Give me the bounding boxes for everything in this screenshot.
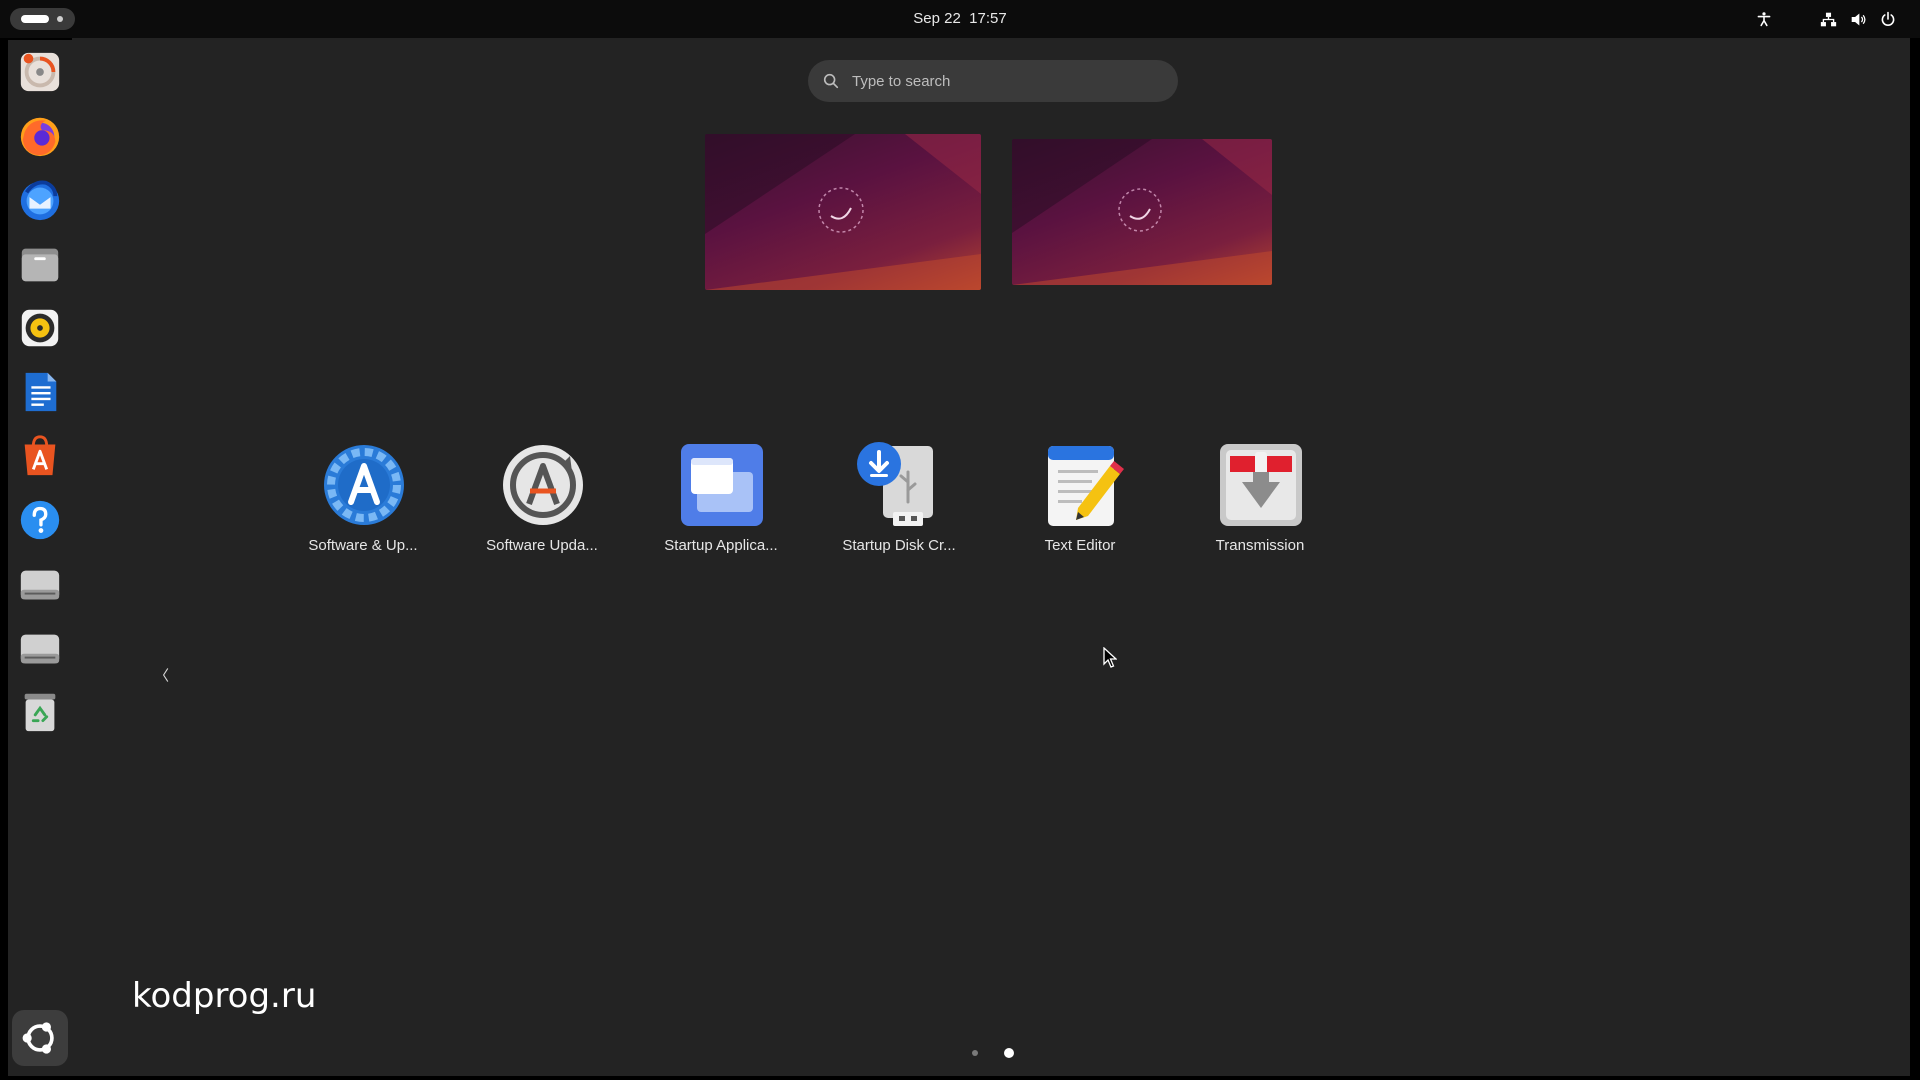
app-software-updater[interactable]: Software Upda... [457,442,627,572]
dock-app-center-icon[interactable] [16,432,64,480]
search-icon [823,73,839,89]
dock-thunderbird-icon[interactable] [16,176,64,224]
power-icon[interactable] [1878,9,1898,29]
app-label: Startup Applica... [664,537,778,554]
app-grid-overview: Software & Up... Software Upda... Startu… [72,38,1910,1076]
dock-rhythmbox-icon[interactable] [16,304,64,352]
page-dot-2[interactable] [1004,1048,1014,1058]
workspace-thumbnail-1[interactable] [705,134,981,290]
accessibility-icon[interactable] [1754,9,1774,29]
app-label: Software & Up... [308,537,418,554]
dock-disk-usage-icon[interactable] [16,48,64,96]
dock [8,40,72,1076]
mouse-cursor-icon [1103,647,1117,668]
system-tray[interactable] [1754,9,1898,29]
startup-applications-icon [681,444,763,526]
network-icon[interactable] [1818,9,1838,29]
app-label: Transmission [1215,537,1305,554]
page-dot-1[interactable] [972,1050,978,1056]
software-properties-icon [324,445,404,525]
workspace-thumbnail-2[interactable] [1012,139,1272,285]
chevron-left-icon [162,668,169,682]
activities-button[interactable] [10,8,75,30]
startup-disk-creator-icon [857,442,933,526]
previous-page-button[interactable] [154,660,178,690]
clock: Sep 22 17:57 [0,0,1920,38]
text-editor-icon [1048,446,1124,526]
software-updater-icon [503,445,583,525]
app-software-properties[interactable]: Software & Up... [278,442,448,572]
workspace-indicator-dot [57,16,63,22]
search-bar[interactable] [808,60,1178,102]
app-startup-disk-creator[interactable]: Startup Disk Cr... [814,442,984,572]
search-input[interactable] [852,72,1152,90]
app-text-editor[interactable]: Text Editor [995,442,1165,572]
app-label: Startup Disk Cr... [842,537,956,554]
top-bar: Sep 22 17:57 [0,0,1920,38]
dock-help-icon[interactable] [16,496,64,544]
app-label: Software Upda... [486,537,598,554]
dock-firefox-icon[interactable] [16,112,64,160]
show-apps-button[interactable] [12,1010,68,1066]
dock-libreoffice-writer-icon[interactable] [16,368,64,416]
app-startup-applications[interactable]: Startup Applica... [636,442,806,572]
volume-icon[interactable] [1848,9,1868,29]
app-transmission[interactable]: Transmission [1175,442,1345,572]
watermark: kodprog.ru [132,976,317,1016]
dock-trash-icon[interactable] [16,688,64,736]
clock-date[interactable]: Sep 22 [913,10,961,27]
transmission-icon [1220,444,1302,526]
workspace-indicator-active [21,15,49,23]
dock-files-icon[interactable] [16,240,64,288]
dock-drive-icon[interactable] [16,624,64,672]
ubuntu-logo-icon [22,1022,54,1054]
page-indicator [972,1044,1032,1064]
clock-time[interactable]: 17:57 [969,10,1007,27]
dock-drive-icon[interactable] [16,560,64,608]
app-label: Text Editor [1044,537,1116,554]
